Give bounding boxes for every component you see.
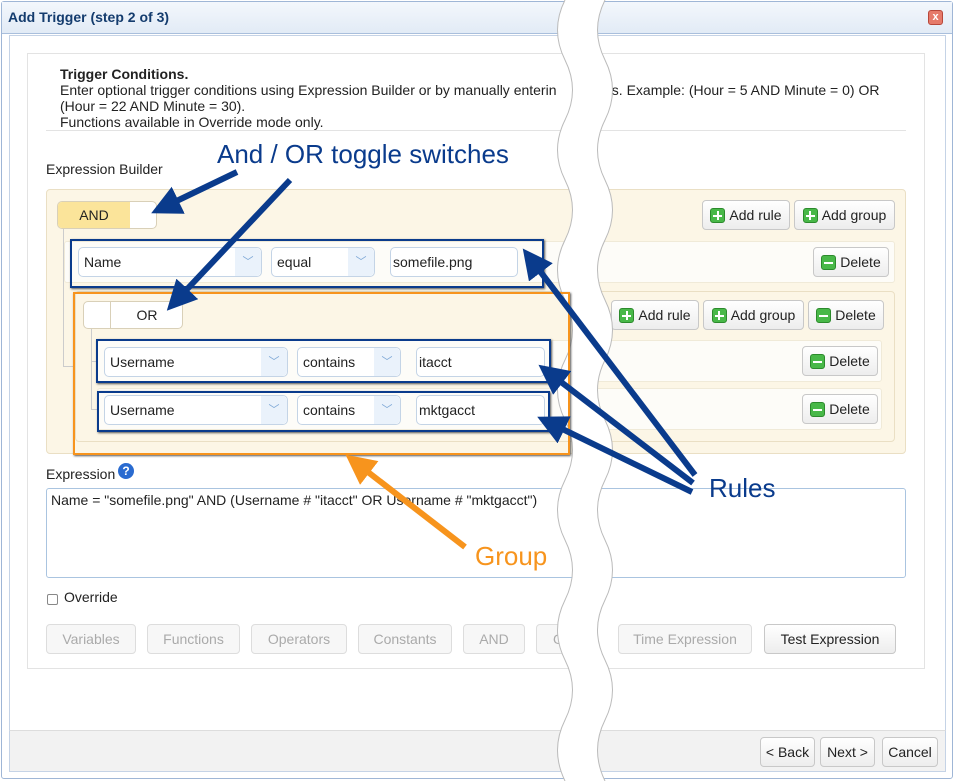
arrow xyxy=(151,169,239,214)
arrow xyxy=(537,416,694,495)
arrow xyxy=(538,364,695,486)
arrow xyxy=(166,177,293,311)
group-annotation-label: Group xyxy=(475,541,548,571)
arrow xyxy=(345,454,467,550)
arrow xyxy=(522,248,698,477)
annotation-arrows xyxy=(151,169,698,550)
toggle-annotation-label: And / OR toggle switches xyxy=(217,139,509,169)
rules-annotation-label: Rules xyxy=(709,473,776,503)
